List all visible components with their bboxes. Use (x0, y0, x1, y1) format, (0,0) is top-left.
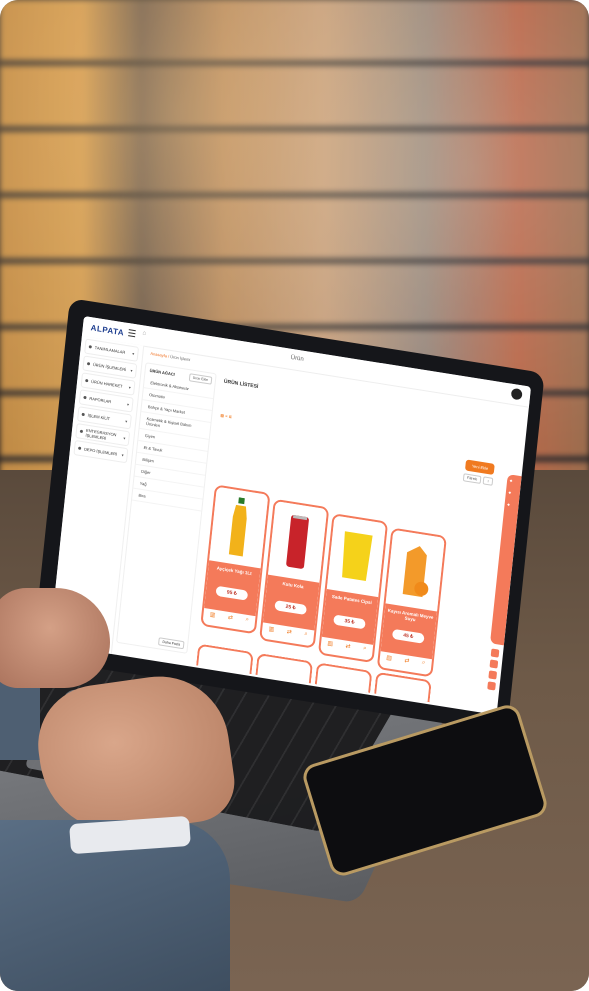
bullet-icon (78, 446, 82, 450)
product-card[interactable]: Kutu Kola 25 ₺ ▥ ⇄ ⌕ (259, 498, 330, 649)
juice-carton-icon (402, 546, 429, 598)
search-icon[interactable]: ⌕ (245, 617, 249, 624)
chevron-down-icon: ▾ (126, 401, 130, 408)
sidebar-item-label: ÜRÜN İŞLEMLERİ (92, 361, 127, 373)
quick-action-icon[interactable] (487, 681, 496, 691)
right-quick-actions (487, 645, 502, 693)
bullet-icon (85, 378, 89, 383)
transfer-icon[interactable]: ⇄ (345, 643, 351, 651)
sort-icon[interactable]: ↕ (482, 476, 494, 486)
chips-bag-icon (342, 531, 373, 582)
laptop-screen: ALPATA ⌂ Ürün TANIMLAMALAR ▾ ÜRÜN İŞLEMLE… (49, 316, 532, 715)
avatar[interactable] (510, 387, 523, 401)
page-title: Ürün (290, 354, 304, 363)
left-hand (0, 588, 110, 688)
filter-bar: Filtrele ↕ (461, 473, 494, 486)
chevron-down-icon: ▾ (121, 452, 124, 458)
quick-action-icon[interactable] (488, 670, 498, 680)
product-card[interactable]: Sade Patates Cipsi 35 ₺ ▥ ⇄ ⌕ (317, 513, 389, 664)
transfer-icon[interactable]: ⇄ (404, 657, 410, 665)
bullet-icon (86, 362, 91, 366)
menu-icon[interactable] (128, 329, 136, 338)
add-new-button[interactable]: Yeni Ekle (465, 459, 495, 475)
transfer-icon[interactable]: ⇄ (228, 614, 234, 622)
photo-frame: ALPATA ⌂ Ürün TANIMLAMALAR ▾ ÜRÜN İŞLEMLE… (0, 0, 589, 991)
home-icon[interactable]: ⌂ (142, 330, 146, 337)
bullet-icon (88, 345, 92, 349)
chevron-down-icon: ▾ (130, 367, 133, 374)
sidebar-item-label: İŞLEM KİLİT (87, 412, 111, 422)
product-card[interactable]: Kayısı Aromalı Meyve Suyu 45 ₺ ▥ ⇄ ⌕ (376, 527, 447, 678)
product-card[interactable]: Ayçiçek Yağı 1Lt 95 ₺ ▥ ⇄ ⌕ (200, 484, 271, 635)
product-image (385, 529, 445, 612)
tree-more-button[interactable]: Daha Fazla (158, 637, 185, 650)
transfer-icon[interactable]: ⇄ (286, 628, 292, 636)
breadcrumb-current: Ürün İşlemi (170, 353, 191, 363)
view-toggle[interactable]: ▦ ≡ ≣ (220, 412, 232, 419)
bullet-icon (83, 395, 87, 400)
sidebar-item-label: TANIMLAMALAR (94, 345, 126, 355)
filter-button[interactable]: Filtrele (462, 473, 482, 485)
barcode-icon[interactable]: ▥ (327, 640, 333, 648)
bullet-icon (81, 412, 85, 417)
search-icon[interactable]: ⌕ (421, 660, 426, 667)
chevron-down-icon: ▾ (132, 350, 135, 357)
quick-action-icon[interactable] (489, 659, 499, 669)
oil-bottle-icon (228, 497, 247, 557)
chevron-down-icon: ▾ (128, 384, 132, 391)
tab-icon[interactable]: ◆ (504, 498, 513, 511)
search-icon[interactable]: ⌕ (363, 645, 367, 652)
product-list-panel: ÜRÜN LİSTESİ ▦ ≡ ≣ Yeni Ekle Filtrele ↕ A… (188, 373, 506, 708)
quick-action-icon[interactable] (490, 648, 500, 658)
barcode-icon[interactable]: ▥ (209, 611, 215, 619)
chevron-down-icon: ▾ (123, 435, 126, 441)
product-image (267, 501, 328, 583)
sidebar-item-label: RAPORLAR (89, 395, 112, 405)
search-icon[interactable]: ⌕ (304, 631, 308, 638)
soda-can-icon (286, 514, 309, 569)
sidebar-item-label: ENTEGRASYON İŞLEMLERİ (85, 427, 117, 441)
barcode-icon[interactable]: ▥ (268, 625, 274, 633)
app-logo: ALPATA (90, 323, 125, 338)
product-image (209, 486, 269, 569)
barcode-icon[interactable]: ▥ (386, 654, 392, 662)
breadcrumb-home[interactable]: Anasayfa (150, 351, 167, 359)
chevron-down-icon: ▾ (124, 418, 128, 424)
bullet-icon (79, 429, 84, 434)
sidebar-item-label: DEPO İŞLEMLERİ (83, 446, 118, 457)
product-image (326, 515, 386, 598)
sidebar-item-label: ÜRÜN HAREKET (90, 378, 123, 389)
